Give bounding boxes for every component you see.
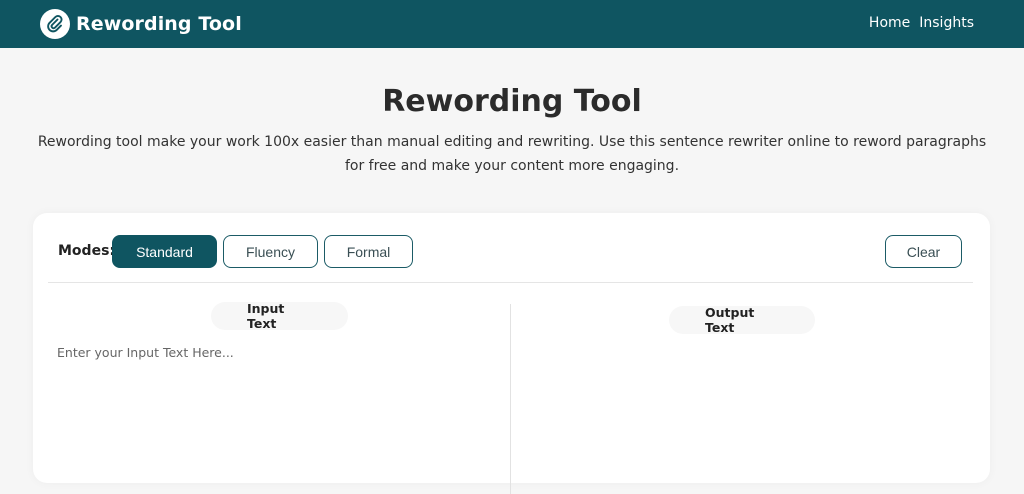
input-text-label: Input Text: [211, 301, 348, 331]
page-title: Rewording Tool: [382, 84, 642, 119]
mode-standard-button[interactable]: Standard: [112, 235, 217, 268]
nav-link-home[interactable]: Home: [869, 15, 910, 31]
mode-fluency-button[interactable]: Fluency: [223, 235, 318, 268]
input-text-field[interactable]: [57, 345, 497, 475]
pane-divider: [510, 304, 511, 494]
top-nav: Home Insights: [869, 15, 974, 31]
brand-name: Rewording Tool: [76, 13, 242, 35]
output-text-label: Output Text: [669, 305, 815, 335]
modes-label: Modes:: [58, 243, 115, 259]
page-description: Rewording tool make your work 100x easie…: [37, 134, 987, 174]
nav-link-insights[interactable]: Insights: [919, 15, 974, 31]
mode-formal-button[interactable]: Formal: [324, 235, 413, 268]
output-text-area: [525, 345, 965, 475]
toolbar-divider: [48, 282, 973, 283]
rewording-tool-card: Modes: Standard Fluency Formal Clear Inp…: [33, 213, 990, 494]
brand-logo[interactable]: Rewording Tool: [40, 9, 242, 39]
site-header: Rewording Tool Home Insights: [0, 0, 1024, 48]
clear-button[interactable]: Clear: [885, 235, 962, 268]
paperclip-logo-icon: [40, 9, 70, 39]
